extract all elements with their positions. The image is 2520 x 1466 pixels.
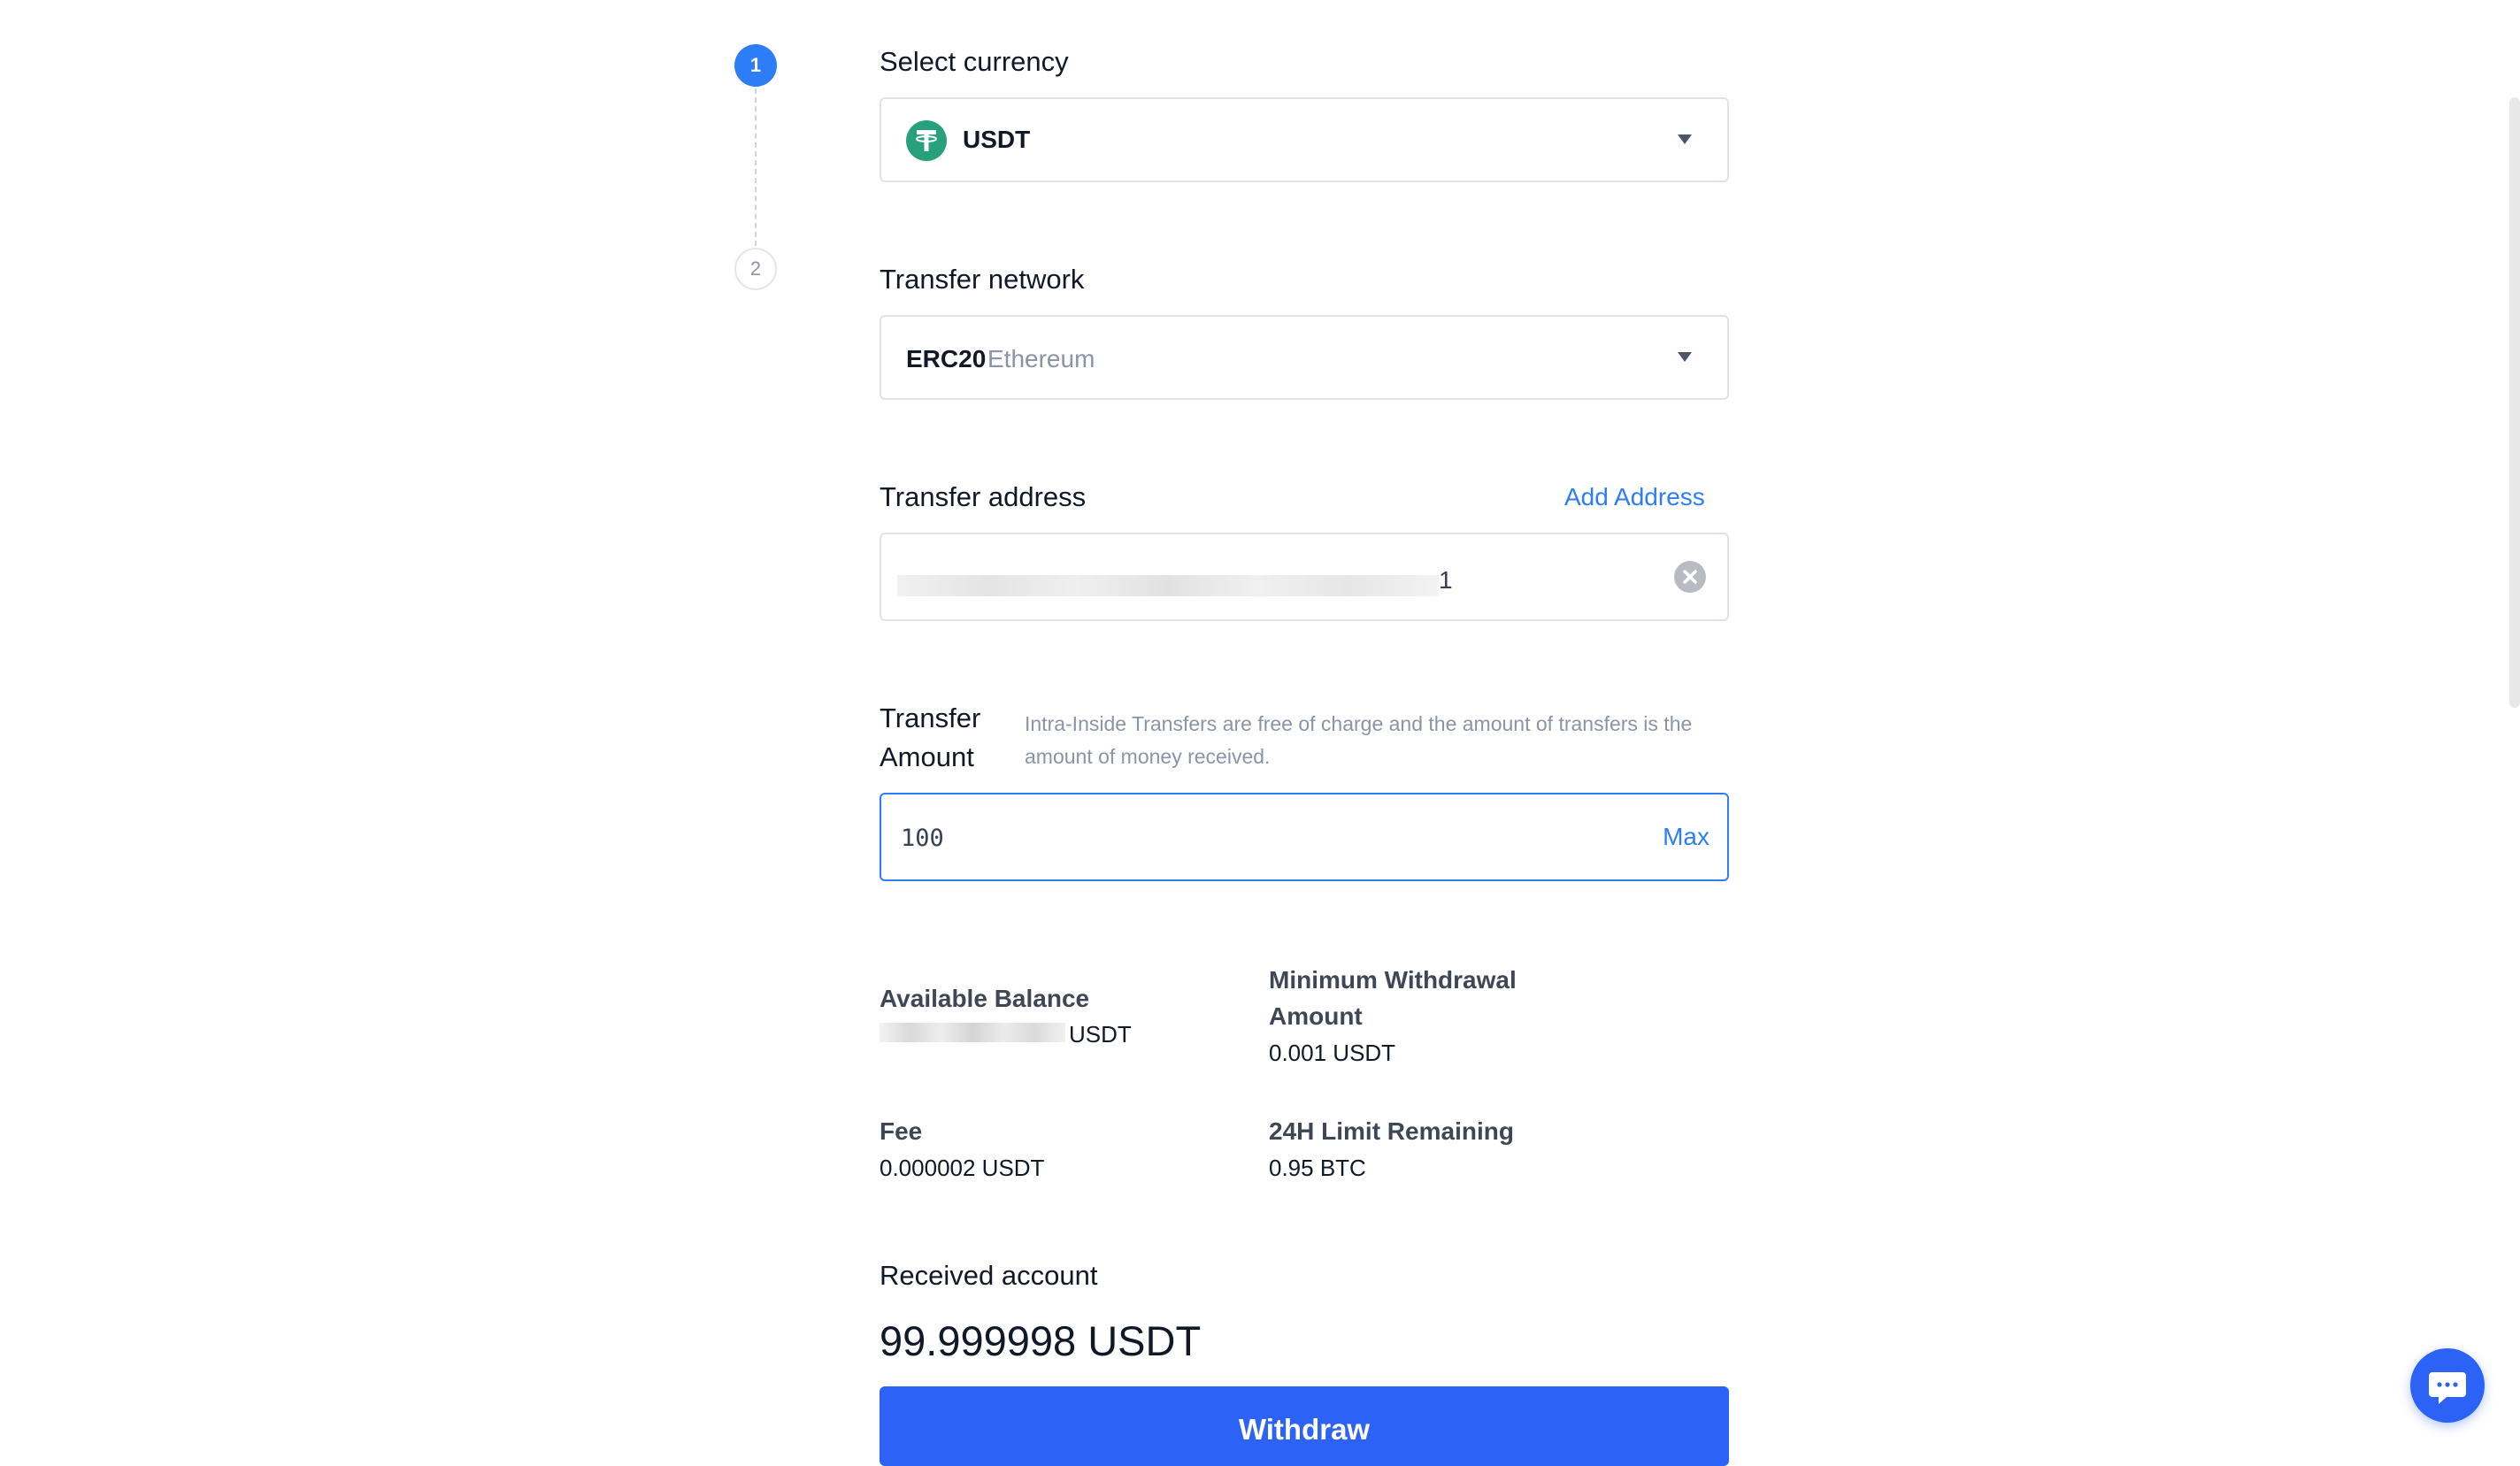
- amount-value: 100: [901, 825, 944, 852]
- network-code: ERC20: [906, 345, 987, 372]
- scrollbar[interactable]: [2509, 97, 2520, 708]
- min-withdrawal-value: 0.001 USDT: [1269, 1040, 1396, 1066]
- transfer-amount-label-line2: Amount: [880, 741, 974, 772]
- fee-value: 0.000002 USDT: [880, 1155, 1045, 1181]
- address-blurred: [897, 575, 1439, 596]
- received-account-value: 99.999998 USDT: [880, 1317, 1202, 1364]
- step-2-indicator: 2: [734, 248, 777, 290]
- select-currency-label: Select currency: [880, 46, 1069, 77]
- amount-input[interactable]: 100 Max: [880, 793, 1729, 881]
- available-balance-blurred: [880, 1023, 1065, 1042]
- step-connector: [755, 88, 757, 246]
- min-withdrawal-label-line1: Minimum Withdrawal: [1269, 966, 1517, 994]
- fee-label: Fee: [880, 1117, 923, 1145]
- currency-select[interactable]: USDT: [880, 97, 1729, 182]
- network-select[interactable]: ERC20 Ethereum: [880, 315, 1729, 400]
- clear-icon[interactable]: [1674, 561, 1706, 593]
- received-account-label: Received account: [880, 1260, 1098, 1291]
- withdraw-button[interactable]: Withdraw: [880, 1386, 1729, 1466]
- transfer-hint: Intra-Inside Transfers are free of charg…: [1025, 712, 1693, 768]
- transfer-address-label: Transfer address: [880, 481, 1087, 512]
- available-balance-unit: USDT: [1069, 1021, 1132, 1048]
- max-button[interactable]: Max: [1663, 823, 1709, 851]
- step-1-indicator: 1: [734, 44, 777, 87]
- transfer-network-label: Transfer network: [880, 264, 1085, 295]
- min-withdrawal-label-line2: Amount: [1269, 1002, 1363, 1030]
- chat-icon[interactable]: [2410, 1348, 2485, 1423]
- network-name: Ethereum: [987, 345, 1095, 372]
- address-value-tail: 1: [1439, 566, 1453, 594]
- add-address-link[interactable]: Add Address: [1564, 483, 1705, 511]
- limit-remaining-value: 0.95 BTC: [1269, 1155, 1366, 1181]
- chevron-down-icon: [1678, 352, 1692, 362]
- transfer-amount-label-line1: Transfer: [880, 702, 981, 733]
- limit-remaining-label: 24H Limit Remaining: [1269, 1117, 1514, 1145]
- currency-value: USDT: [963, 126, 1031, 153]
- chevron-down-icon: [1678, 134, 1692, 144]
- available-balance-label: Available Balance: [880, 985, 1090, 1012]
- address-input[interactable]: 1: [880, 533, 1729, 621]
- tether-icon: [906, 120, 947, 161]
